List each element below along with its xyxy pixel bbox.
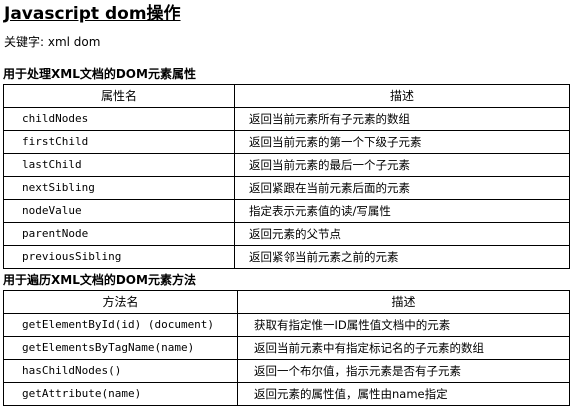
method-name: hasChildNodes() — [3, 359, 238, 383]
methods-table: 方法名 描述 getElementById(id) (document) 获取有… — [3, 290, 570, 406]
property-name: firstChild — [3, 130, 235, 154]
property-description: 返回当前元素的第一个下级子元素 — [234, 130, 570, 154]
column-header-description: 描述 — [234, 84, 570, 108]
property-name: nodeValue — [3, 199, 235, 223]
column-header-method-name: 方法名 — [3, 290, 238, 314]
property-name: parentNode — [3, 222, 235, 246]
keywords-line: 关键字: xml dom — [4, 35, 101, 49]
column-header-description: 描述 — [237, 290, 570, 314]
page-title: Javascript dom操作 — [4, 4, 181, 24]
table-row: getAttribute(name) 返回元素的属性值，属性由name指定 — [3, 382, 570, 406]
property-name: nextSibling — [3, 176, 235, 200]
property-name: childNodes — [3, 107, 235, 131]
method-name: getAttribute(name) — [3, 382, 238, 406]
table-row: parentNode 返回元素的父节点 — [3, 222, 570, 246]
method-description: 返回一个布尔值，指示元素是否有子元素 — [237, 359, 570, 383]
table-row: getElementsByTagName(name) 返回当前元素中有指定标记名… — [3, 336, 570, 360]
table-row: lastChild 返回当前元素的最后一个子元素 — [3, 153, 570, 177]
method-name: getElementsByTagName(name) — [3, 336, 238, 360]
property-description: 返回当前元素的最后一个子元素 — [234, 153, 570, 177]
table-row: firstChild 返回当前元素的第一个下级子元素 — [3, 130, 570, 154]
property-name: previousSibling — [3, 245, 235, 269]
methods-section-heading: 用于遍历XML文档的DOM元素方法 — [3, 273, 196, 287]
method-name: getElementById(id) (document) — [3, 313, 238, 337]
table-header-row: 方法名 描述 — [3, 290, 570, 314]
method-description: 获取有指定惟一ID属性值文档中的元素 — [237, 313, 570, 337]
table-row: hasChildNodes() 返回一个布尔值，指示元素是否有子元素 — [3, 359, 570, 383]
property-description: 返回元素的父节点 — [234, 222, 570, 246]
properties-section-heading: 用于处理XML文档的DOM元素属性 — [3, 67, 196, 81]
method-description: 返回元素的属性值，属性由name指定 — [237, 382, 570, 406]
table-row: nextSibling 返回紧跟在当前元素后面的元素 — [3, 176, 570, 200]
table-row: getElementById(id) (document) 获取有指定惟一ID属… — [3, 313, 570, 337]
table-row: nodeValue 指定表示元素值的读/写属性 — [3, 199, 570, 223]
table-row: childNodes 返回当前元素所有子元素的数组 — [3, 107, 570, 131]
properties-table: 属性名 描述 childNodes 返回当前元素所有子元素的数组 firstCh… — [3, 84, 570, 269]
property-description: 返回紧邻当前元素之前的元素 — [234, 245, 570, 269]
property-description: 返回当前元素所有子元素的数组 — [234, 107, 570, 131]
property-description: 返回紧跟在当前元素后面的元素 — [234, 176, 570, 200]
table-row: previousSibling 返回紧邻当前元素之前的元素 — [3, 245, 570, 269]
property-description: 指定表示元素值的读/写属性 — [234, 199, 570, 223]
property-name: lastChild — [3, 153, 235, 177]
method-description: 返回当前元素中有指定标记名的子元素的数组 — [237, 336, 570, 360]
column-header-property-name: 属性名 — [3, 84, 235, 108]
table-header-row: 属性名 描述 — [3, 84, 570, 108]
